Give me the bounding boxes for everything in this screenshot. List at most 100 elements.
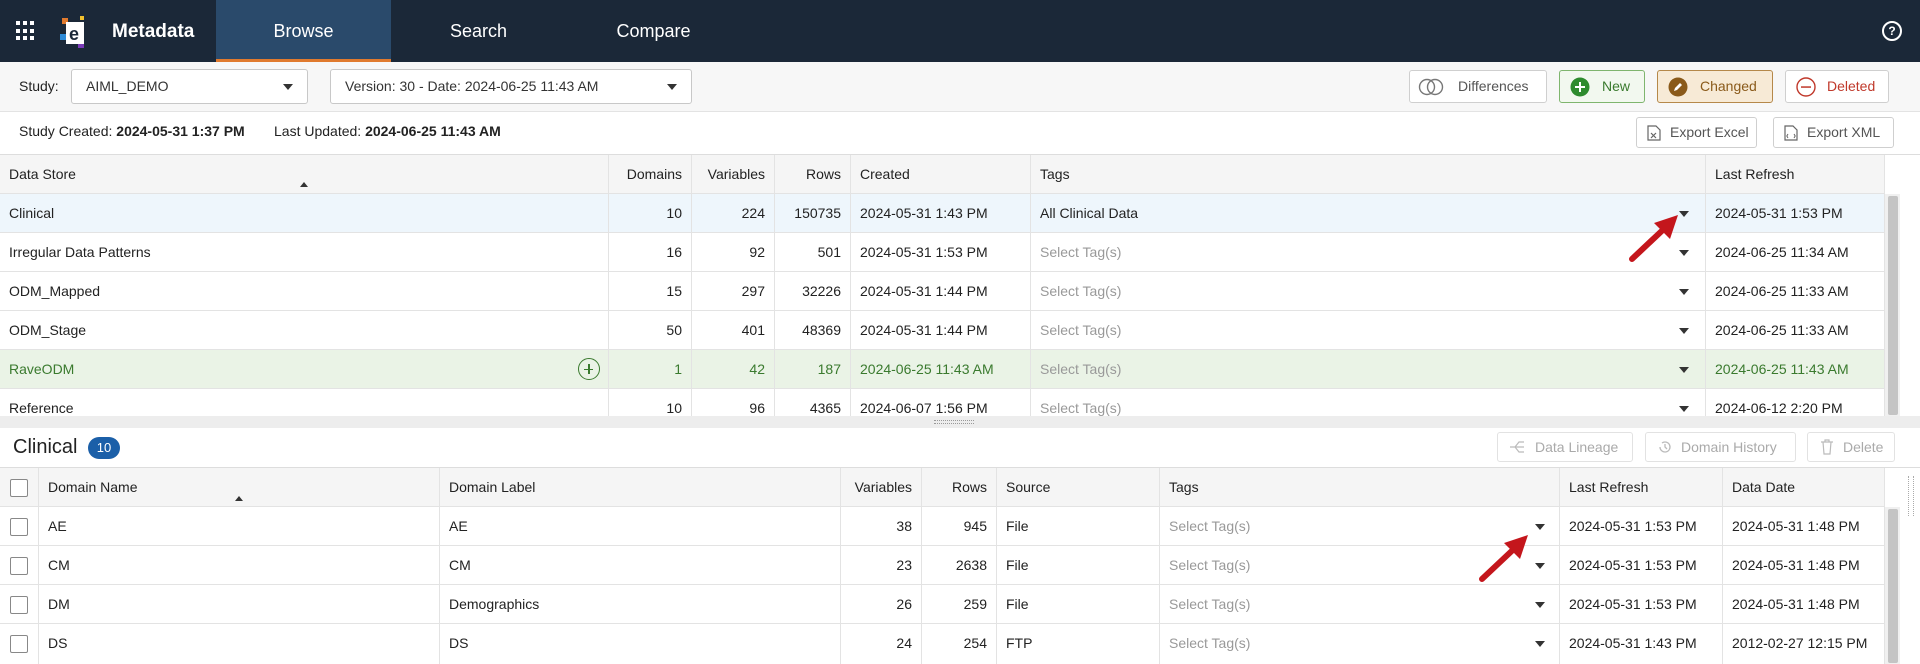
- source: File: [997, 507, 1160, 545]
- new-label: New: [1602, 78, 1631, 94]
- domain-history-button[interactable]: Domain History: [1645, 432, 1796, 462]
- table-row[interactable]: Reference 10 96 4365 2024-06-07 1:56 PM …: [0, 389, 1885, 417]
- tags-select[interactable]: All Clinical Data: [1031, 194, 1706, 232]
- resize-handle-icon[interactable]: [1908, 476, 1914, 516]
- row-checkbox[interactable]: [10, 557, 28, 575]
- tags-placeholder: Select Tag(s): [1169, 635, 1251, 651]
- vertical-scrollbar[interactable]: [1885, 507, 1900, 664]
- tags-select[interactable]: Select Tag(s): [1031, 233, 1706, 271]
- col-header-variables[interactable]: Variables: [692, 155, 775, 193]
- domain-label: Demographics: [440, 585, 841, 623]
- variables-count: 92: [692, 233, 775, 271]
- created-date: 2024-05-31 1:44 PM: [851, 311, 1031, 349]
- tab-browse[interactable]: Browse: [216, 0, 391, 62]
- data-date: 2024-05-31 1:48 PM: [1723, 507, 1885, 545]
- col-header-tags[interactable]: Tags: [1031, 155, 1706, 193]
- data-date: 2024-05-31 1:48 PM: [1723, 585, 1885, 623]
- tags-select[interactable]: Select Tag(s): [1031, 272, 1706, 310]
- new-button[interactable]: New: [1559, 70, 1645, 103]
- domains-count: 50: [609, 311, 692, 349]
- scrollbar-thumb[interactable]: [1888, 196, 1898, 415]
- col-header-rows[interactable]: Rows: [775, 155, 851, 193]
- table-row[interactable]: DS DS 24 254 FTP Select Tag(s) 2024-05-3…: [0, 624, 1885, 664]
- vertical-scrollbar[interactable]: [1885, 194, 1900, 417]
- export-excel-button[interactable]: Export Excel: [1636, 117, 1757, 148]
- tags-select[interactable]: Select Tag(s): [1160, 585, 1560, 623]
- tags-select[interactable]: Select Tag(s): [1160, 624, 1560, 664]
- file-excel-icon: [1647, 125, 1661, 141]
- row-checkbox[interactable]: [10, 635, 28, 653]
- row-checkbox[interactable]: [10, 518, 28, 536]
- plus-circle-icon: [1570, 77, 1590, 97]
- table-row[interactable]: ODM_Mapped 15 297 32226 2024-05-31 1:44 …: [0, 272, 1885, 311]
- col-header-last-refresh[interactable]: Last Refresh: [1706, 155, 1885, 193]
- table-row[interactable]: Irregular Data Patterns 16 92 501 2024-0…: [0, 233, 1885, 272]
- differences-button[interactable]: Differences: [1409, 70, 1547, 103]
- table-row[interactable]: ODM_Stage 50 401 48369 2024-05-31 1:44 P…: [0, 311, 1885, 350]
- table-row[interactable]: Clinical 10 224 150735 2024-05-31 1:43 P…: [0, 194, 1885, 233]
- delete-button[interactable]: Delete: [1807, 432, 1895, 462]
- col-header-last-refresh[interactable]: Last Refresh: [1560, 468, 1723, 506]
- data-store-name-text: RaveODM: [9, 361, 75, 377]
- tags-select[interactable]: Select Tag(s): [1031, 389, 1706, 417]
- chevron-down-icon[interactable]: [1679, 289, 1689, 295]
- table-row[interactable]: DM Demographics 26 259 File Select Tag(s…: [0, 585, 1885, 624]
- version-select[interactable]: Version: 30 - Date: 2024-06-25 11:43 AM: [330, 69, 692, 104]
- domain-header-row: Domain Name Domain Label Variables Rows …: [0, 468, 1885, 507]
- tags-select[interactable]: Select Tag(s): [1031, 311, 1706, 349]
- row-select-cell: [0, 624, 39, 664]
- col-header-domains[interactable]: Domains: [609, 155, 692, 193]
- select-all-checkbox[interactable]: [10, 479, 28, 497]
- col-header-data-date[interactable]: Data Date: [1723, 468, 1885, 506]
- export-xml-button[interactable]: Export XML: [1773, 117, 1894, 148]
- domains-count: 15: [609, 272, 692, 310]
- col-header-data-store[interactable]: Data Store: [0, 155, 609, 193]
- domain-label: DS: [440, 624, 841, 664]
- chevron-down-icon[interactable]: [1535, 563, 1545, 569]
- data-lineage-button[interactable]: Data Lineage: [1497, 432, 1633, 462]
- study-select[interactable]: AIML_DEMO: [71, 69, 308, 104]
- help-icon[interactable]: ?: [1882, 21, 1902, 41]
- select-all-cell: [0, 468, 39, 506]
- annotation-arrow-icon: [1629, 215, 1678, 262]
- col-header-domain-label[interactable]: Domain Label: [440, 468, 841, 506]
- table-row[interactable]: CM CM 23 2638 File Select Tag(s) 2024-05…: [0, 546, 1885, 585]
- changed-label: Changed: [1700, 78, 1757, 94]
- rows-count: 501: [775, 233, 851, 271]
- last-refresh-date: 2024-05-31 1:43 PM: [1560, 624, 1723, 664]
- source: File: [997, 546, 1160, 584]
- chevron-down-icon[interactable]: [1679, 328, 1689, 334]
- chevron-down-icon[interactable]: [1535, 641, 1545, 647]
- pane-splitter[interactable]: [0, 416, 1920, 428]
- app-grid-icon[interactable]: [16, 21, 36, 41]
- tags-placeholder: Select Tag(s): [1040, 322, 1122, 338]
- tab-search[interactable]: Search: [391, 0, 566, 62]
- chevron-down-icon[interactable]: [1679, 367, 1689, 373]
- tab-compare[interactable]: Compare: [566, 0, 741, 62]
- domain-label: CM: [440, 546, 841, 584]
- domain-grid: Domain Name Domain Label Variables Rows …: [0, 467, 1920, 664]
- tags-select[interactable]: Select Tag(s): [1031, 350, 1706, 388]
- col-header-rows[interactable]: Rows: [922, 468, 997, 506]
- col-header-variables[interactable]: Variables: [841, 468, 922, 506]
- col-header-source[interactable]: Source: [997, 468, 1160, 506]
- splitter-grip-icon[interactable]: [934, 420, 974, 424]
- scrollbar-thumb[interactable]: [1888, 509, 1898, 663]
- col-header-tags[interactable]: Tags: [1160, 468, 1560, 506]
- chevron-down-icon[interactable]: [1535, 524, 1545, 530]
- new-item-icon: [578, 358, 600, 380]
- variables-count: 26: [841, 585, 922, 623]
- chevron-down-icon[interactable]: [1535, 602, 1545, 608]
- row-checkbox[interactable]: [10, 596, 28, 614]
- tags-placeholder: Select Tag(s): [1040, 283, 1122, 299]
- chevron-down-icon[interactable]: [1679, 406, 1689, 412]
- differences-icon: [1418, 78, 1444, 96]
- study-info-bar: Study Created: 2024-05-31 1:37 PM Last U…: [0, 112, 1920, 154]
- table-row[interactable]: AE AE 38 945 File Select Tag(s) 2024-05-…: [0, 507, 1885, 546]
- col-header-created[interactable]: Created: [851, 155, 1031, 193]
- deleted-button[interactable]: Deleted: [1785, 70, 1889, 103]
- changed-button[interactable]: Changed: [1657, 70, 1773, 103]
- version-select-value: Version: 30 - Date: 2024-06-25 11:43 AM: [345, 78, 599, 94]
- rows-count: 945: [922, 507, 997, 545]
- table-row[interactable]: RaveODM 1 42 187 2024-06-25 11:43 AM Sel…: [0, 350, 1885, 389]
